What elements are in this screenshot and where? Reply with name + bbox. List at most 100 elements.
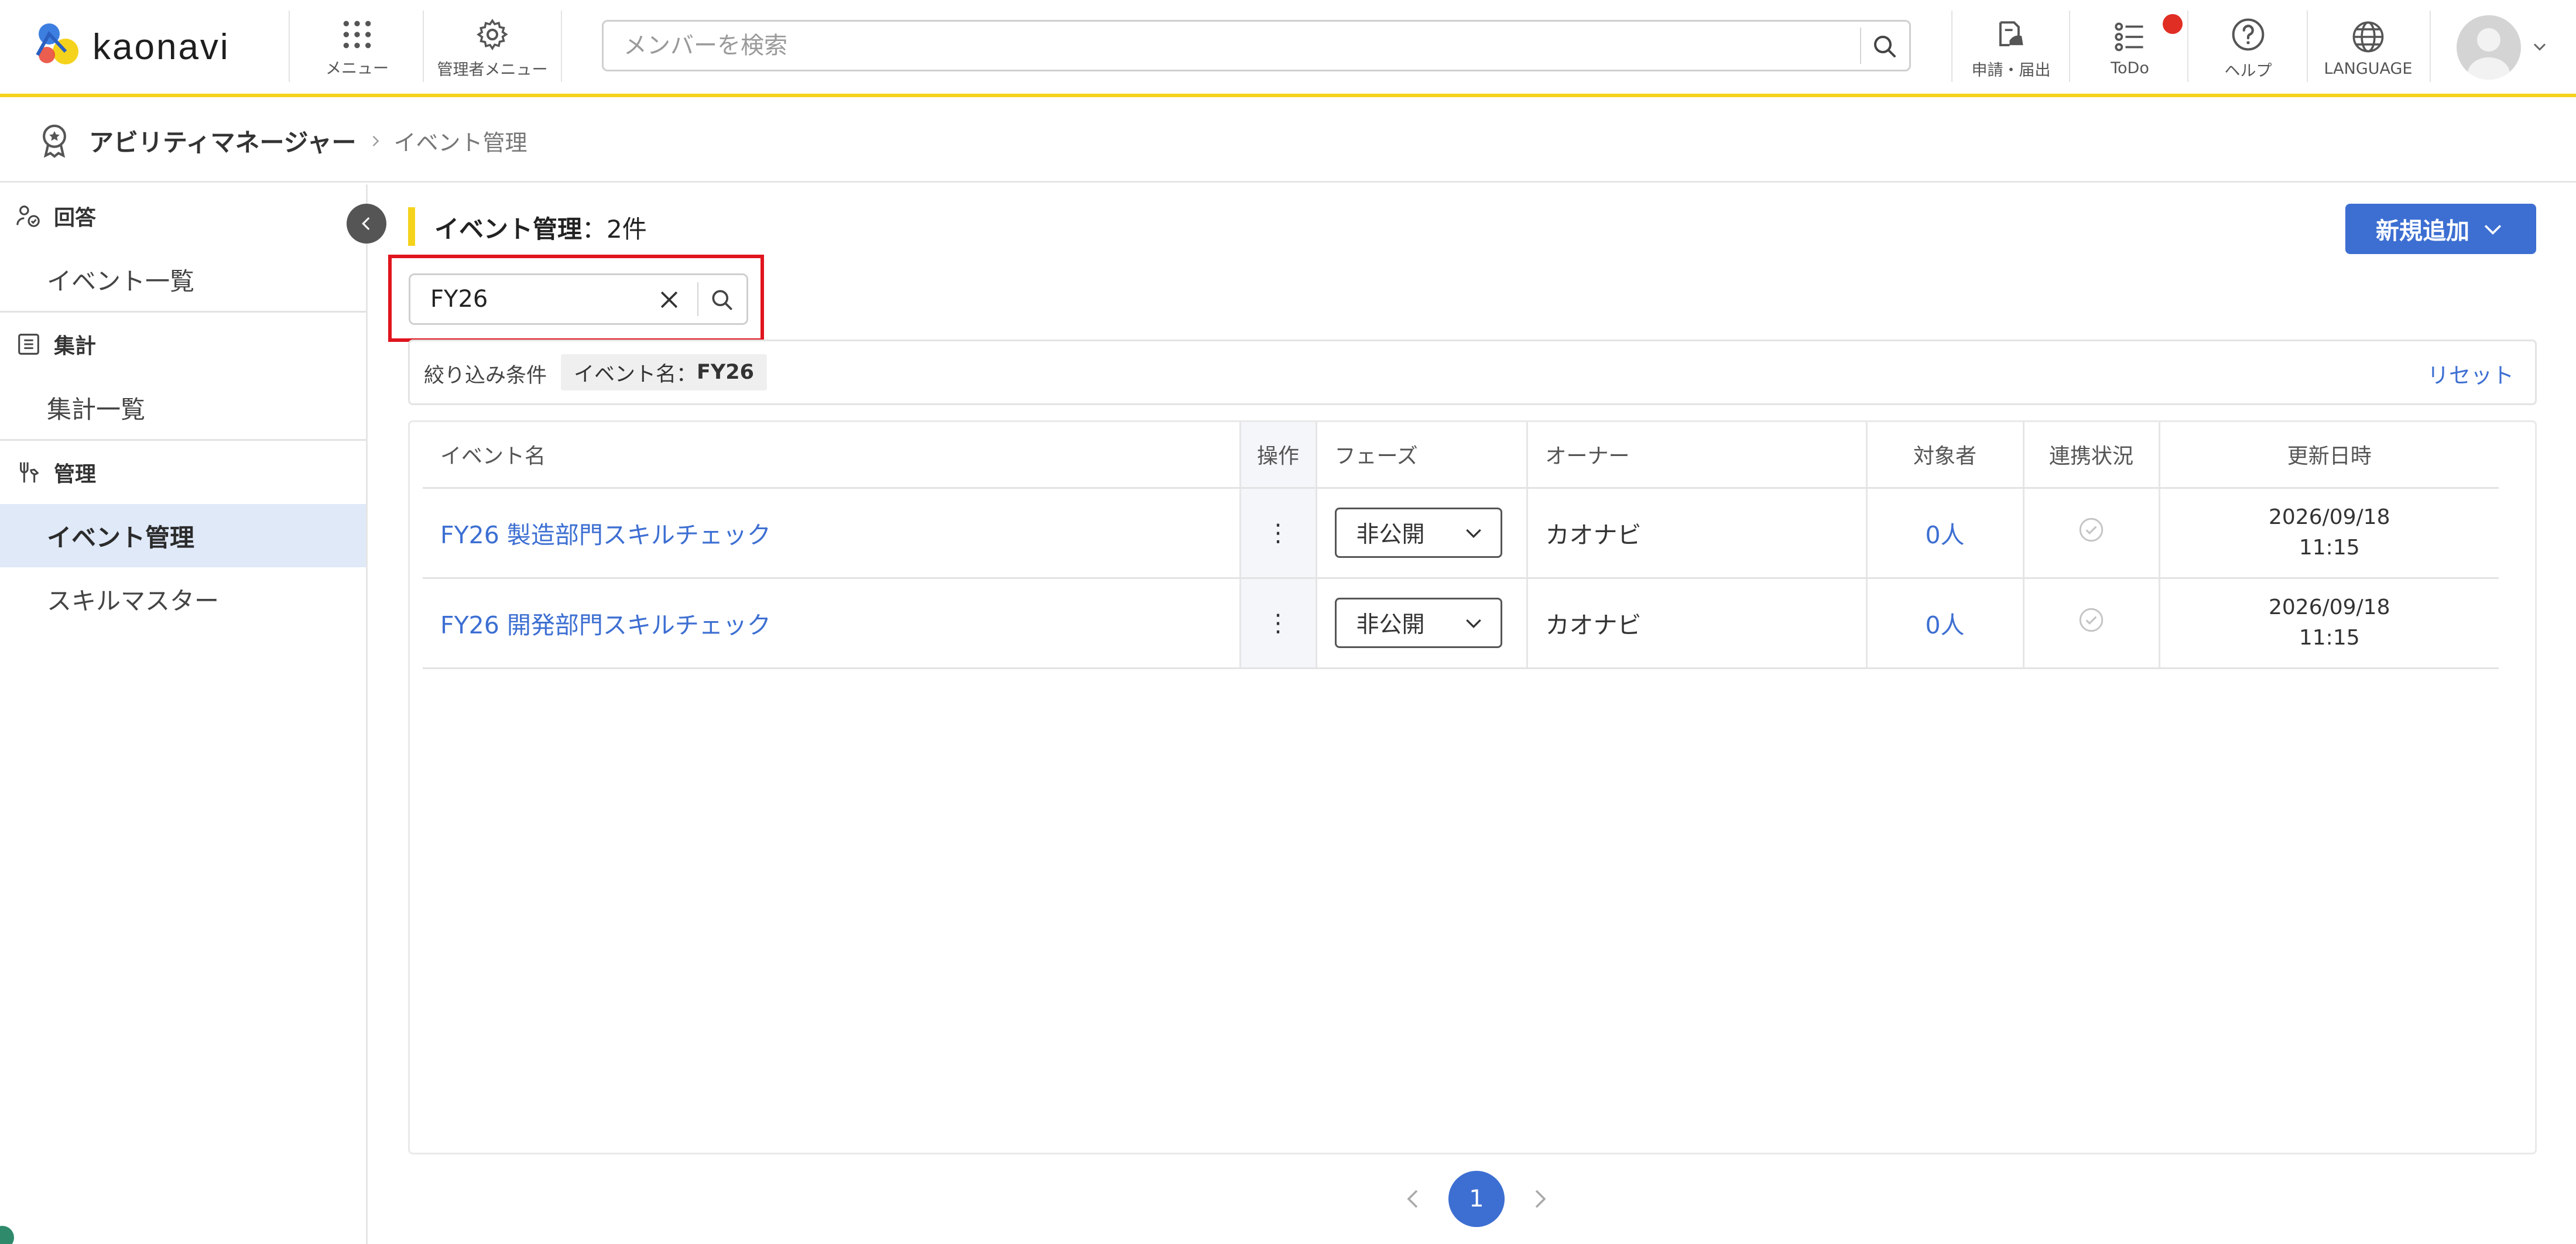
header-divider <box>2187 11 2188 82</box>
updated-time: 11:15 <box>2298 536 2360 560</box>
header-divider <box>289 11 290 82</box>
add-new-button[interactable]: 新規追加 <box>2345 204 2536 254</box>
column-header-phase[interactable]: フェーズ <box>1316 422 1528 489</box>
language-button[interactable]: LANGUAGE <box>2313 11 2424 85</box>
search-icon[interactable] <box>1871 32 1899 60</box>
sidebar-item-aggregate-list[interactable]: 集計一覧 <box>0 376 366 439</box>
event-table: イベント名 操作 フェーズ オーナー 対象者 連携状況 更新日時 FY26 製造… <box>423 422 2499 669</box>
help-label: ヘルプ <box>2224 61 2272 80</box>
sidebar-item-label: スキルマスター <box>47 586 220 615</box>
target-count-link[interactable]: 0人 <box>1925 521 1964 549</box>
sidebar-section-title: 集計 <box>54 334 97 358</box>
event-name-link[interactable]: FY26 開発部門スキルチェック <box>440 611 771 639</box>
sidebar-item-label: イベント一覧 <box>47 266 195 296</box>
gear-icon <box>477 18 508 50</box>
table-row: FY26 開発部門スキルチェック ⋮ 非公開 カオナビ 0人 2026/09/1… <box>423 578 2499 669</box>
phase-select-value: 非公開 <box>1356 612 1425 638</box>
column-header-event-name[interactable]: イベント名 <box>423 422 1241 489</box>
sidebar-item-skill-master[interactable]: スキルマスター <box>0 567 366 630</box>
admin-menu-label: 管理者メニュー <box>437 60 548 79</box>
sidebar-section-title: 回答 <box>54 206 97 230</box>
header-divider <box>1951 11 1952 82</box>
phase-select[interactable]: 非公開 <box>1334 508 1502 558</box>
clear-icon[interactable] <box>656 287 682 313</box>
sidebar-item-event-management[interactable]: イベント管理 <box>0 504 366 567</box>
breadcrumb-app-name[interactable]: アビリティマネージャー <box>89 123 357 159</box>
reset-link[interactable]: リセット <box>2427 358 2514 389</box>
sidebar: 回答 イベント一覧 集計 集計一覧 管理 イベント管理 スキルマスター <box>0 184 368 1244</box>
header-divider <box>2069 11 2070 82</box>
grid-icon <box>343 20 371 48</box>
filter-chip-value: FY26 <box>697 361 754 384</box>
language-label: LANGUAGE <box>2324 59 2413 78</box>
sidebar-collapse-button[interactable] <box>347 204 386 244</box>
member-search-box <box>602 20 1911 71</box>
chevron-down-icon[interactable] <box>2529 36 2550 57</box>
notification-badge <box>2163 14 2183 34</box>
updated-date: 2026/09/18 <box>2269 505 2390 529</box>
check-circle-icon <box>2079 518 2104 542</box>
next-page-icon[interactable] <box>1526 1185 1554 1213</box>
filter-label: 絞り込み条件 <box>424 364 547 388</box>
top-header: kaonavi メニュー 管理者メニュー 申請・届出 <box>0 0 2576 97</box>
target-count-link[interactable]: 0人 <box>1925 611 1964 639</box>
todo-icon <box>2115 22 2143 51</box>
sidebar-section-title: 管理 <box>54 462 97 486</box>
application-icon <box>1999 20 2023 46</box>
chevron-down-icon <box>1465 619 1481 629</box>
column-header-owner[interactable]: オーナー <box>1527 422 1868 489</box>
search-divider <box>1860 28 1861 64</box>
menu-label: メニュー <box>326 59 389 78</box>
chevron-down-icon <box>2484 225 2502 235</box>
updated-date: 2026/09/18 <box>2269 595 2390 619</box>
todo-label: ToDo <box>2111 59 2149 77</box>
sidebar-section-manage: 管理 <box>0 441 366 504</box>
column-header-sync-status[interactable]: 連携状況 <box>2023 422 2160 489</box>
application-button[interactable]: 申請・届出 <box>1959 11 2063 85</box>
header-divider <box>423 11 424 82</box>
breadcrumb: アビリティマネージャー イベント管理 <box>0 101 2576 183</box>
menu-button[interactable]: メニュー <box>320 11 395 85</box>
filter-chip-key: イベント名： <box>574 362 697 386</box>
event-search-value[interactable]: FY26 <box>430 275 488 323</box>
header-divider <box>561 11 562 82</box>
award-icon <box>43 124 66 158</box>
kaonavi-logo[interactable]: kaonavi <box>30 18 230 76</box>
manage-icon <box>20 462 39 483</box>
kaonavi-logo-icon <box>36 23 78 64</box>
help-icon <box>2232 18 2265 50</box>
previous-page-icon[interactable] <box>1399 1185 1427 1213</box>
page-title: イベント管理：2件 <box>434 210 647 245</box>
event-name-link[interactable]: FY26 製造部門スキルチェック <box>440 521 771 549</box>
owner-name: カオナビ <box>1545 611 1642 639</box>
page-number-current[interactable]: 1 <box>1448 1171 1505 1227</box>
logo-text: kaonavi <box>93 26 230 67</box>
sidebar-item-label: イベント管理 <box>47 523 195 552</box>
user-avatar[interactable] <box>2457 15 2521 80</box>
title-accent-bar <box>408 207 415 246</box>
admin-menu-button[interactable]: 管理者メニュー <box>431 11 554 85</box>
phase-select-value: 非公開 <box>1356 522 1425 548</box>
column-header-target[interactable]: 対象者 <box>1866 422 2025 489</box>
sidebar-section-aggregate: 集計 <box>0 313 366 376</box>
application-label: 申請・届出 <box>1971 61 2051 80</box>
member-search-input[interactable] <box>624 22 1841 70</box>
add-new-label: 新規追加 <box>2376 218 2469 245</box>
breadcrumb-current: イベント管理 <box>393 130 527 156</box>
event-table-card: イベント名 操作 フェーズ オーナー 対象者 連携状況 更新日時 FY26 製造… <box>408 420 2537 1154</box>
filter-chip: イベント名： FY26 <box>561 354 767 390</box>
avatar-icon <box>2468 28 2510 80</box>
help-button[interactable]: ヘルプ <box>2195 11 2301 85</box>
kebab-menu-icon[interactable]: ⋮ <box>1266 609 1290 637</box>
chevron-left-icon <box>362 217 370 231</box>
search-icon[interactable] <box>709 287 735 313</box>
table-row: FY26 製造部門スキルチェック ⋮ 非公開 カオナビ 0人 2026/09/1… <box>423 488 2499 579</box>
filter-conditions-bar: 絞り込み条件 イベント名： FY26 リセット <box>408 340 2537 405</box>
sidebar-item-event-list[interactable]: イベント一覧 <box>0 248 366 311</box>
header-divider <box>2307 11 2308 82</box>
globe-icon <box>2352 21 2384 52</box>
event-search-box[interactable]: FY26 <box>409 273 748 325</box>
column-header-updated[interactable]: 更新日時 <box>2159 422 2499 489</box>
kebab-menu-icon[interactable]: ⋮ <box>1266 519 1290 547</box>
phase-select[interactable]: 非公開 <box>1334 598 1502 648</box>
